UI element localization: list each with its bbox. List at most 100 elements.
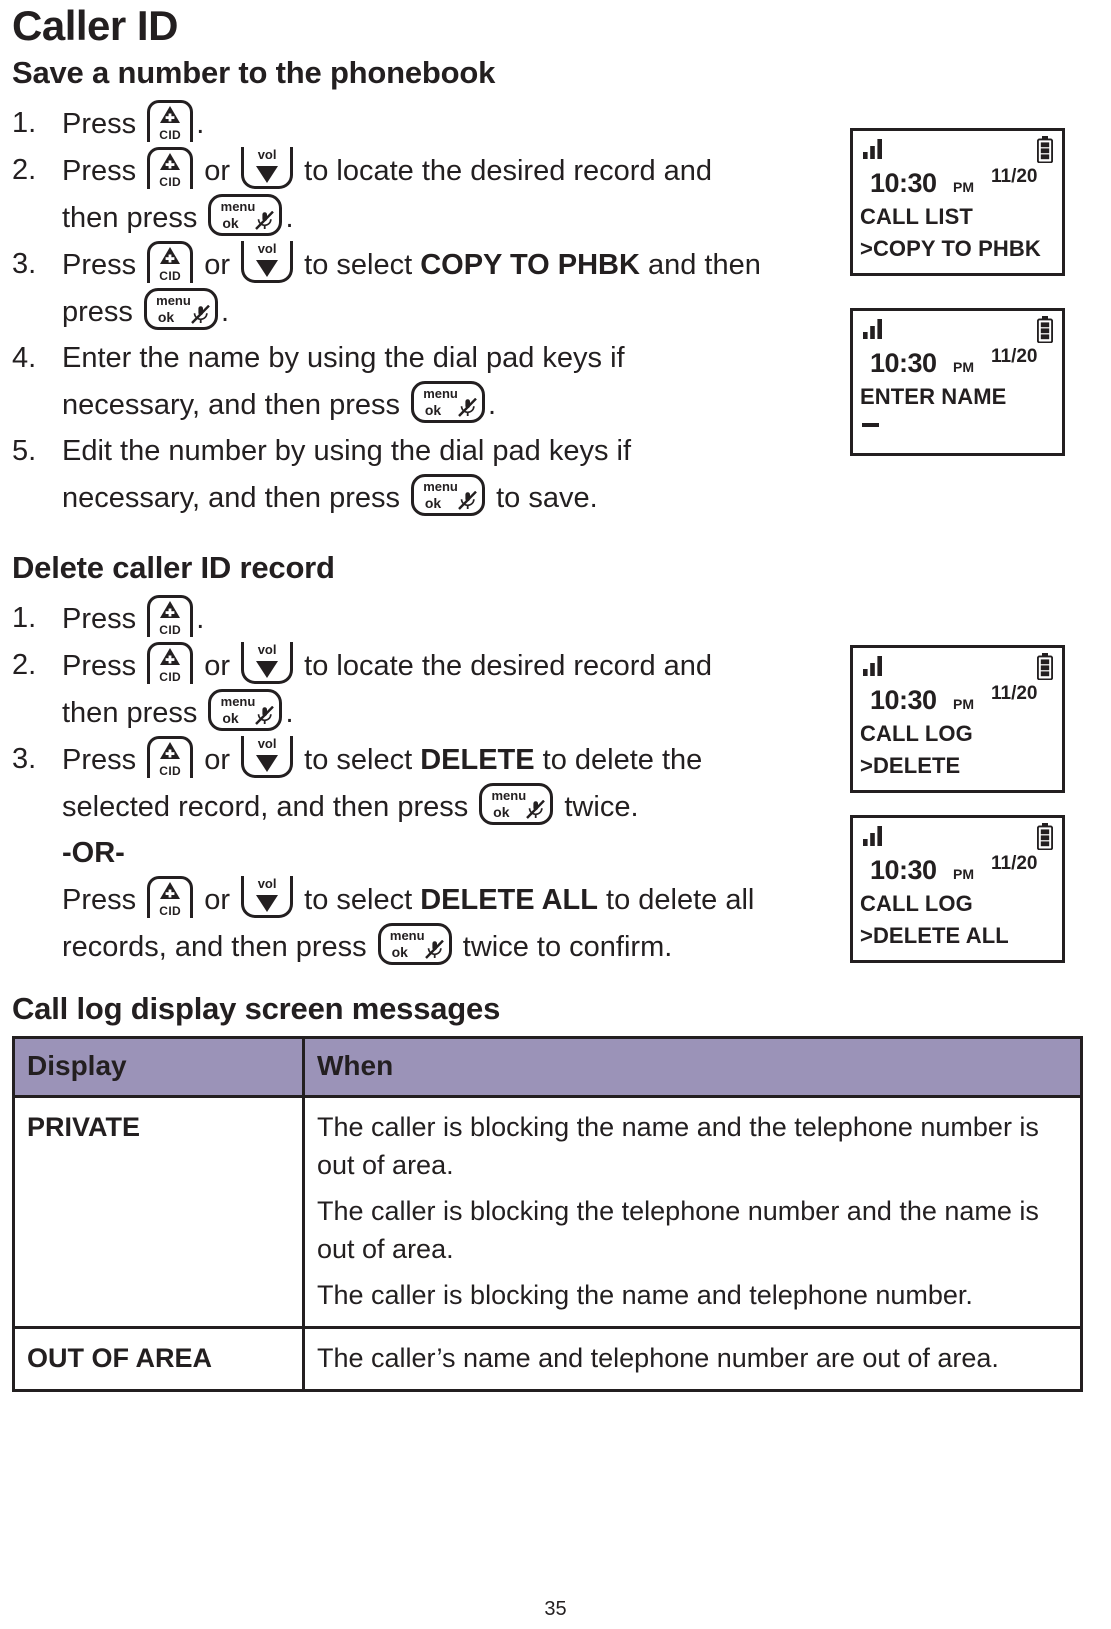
step-text: to select bbox=[296, 744, 421, 777]
table-heading: Call log display screen messages bbox=[12, 991, 501, 1027]
triangle-down-icon bbox=[244, 260, 290, 278]
lcd-status-row: 10:30 PM 11/20 bbox=[853, 683, 1062, 717]
battery-full-icon bbox=[1036, 136, 1054, 164]
step-text: to locate the desired record and bbox=[296, 155, 713, 188]
step-number: 2. bbox=[12, 649, 37, 682]
vol-down-key-icon: vol bbox=[241, 736, 294, 779]
lcd-screen-enter-name: 10:30 PM 11/20 ENTER NAME bbox=[850, 308, 1065, 456]
signal-bars-icon bbox=[863, 826, 885, 846]
step-number: 3. bbox=[12, 248, 37, 281]
vol-down-key-icon: vol bbox=[241, 642, 294, 685]
step-number: 1. bbox=[12, 602, 37, 635]
menu-ok-key-icon: menu ok bbox=[377, 923, 452, 966]
step-item: 1. Press CID. bbox=[12, 595, 1103, 642]
step-text: . bbox=[285, 697, 294, 730]
step-text: . bbox=[220, 296, 230, 329]
lcd-screen-call-list-copy: 10:30 PM 11/20 CALL LIST >COPY TO PHBK bbox=[850, 128, 1065, 276]
description-paragraph: The caller is blocking the telephone num… bbox=[317, 1196, 1039, 1265]
step-text: then press bbox=[62, 697, 206, 730]
step-text: Press bbox=[62, 744, 145, 777]
step-text: then press bbox=[62, 202, 206, 235]
cid-key-icon: CID bbox=[147, 642, 194, 685]
mute-mic-icon bbox=[458, 490, 477, 511]
cid-key-icon: CID bbox=[147, 595, 194, 638]
step-text: or bbox=[196, 650, 239, 683]
step-text: to save. bbox=[488, 482, 598, 515]
step-number: 4. bbox=[12, 342, 37, 375]
mute-mic-icon bbox=[255, 706, 275, 726]
lcd-screen-call-log-delete: 10:30 PM 11/20 CALL LOG >DELETE bbox=[850, 645, 1065, 793]
cell-when-description: The caller’s name and telephone number a… bbox=[302, 1326, 1083, 1393]
menu-key-label: menu bbox=[423, 479, 458, 495]
step-text: Enter the name by using the dial pad key… bbox=[62, 342, 625, 375]
lcd-date: 11/20 bbox=[991, 346, 1038, 367]
cell-when-description: The caller is blocking the name and the … bbox=[302, 1095, 1083, 1330]
step-text: . bbox=[196, 603, 205, 636]
step-text: to locate the desired record and bbox=[296, 650, 713, 683]
page-number: 35 bbox=[544, 1598, 567, 1620]
lcd-ampm: PM bbox=[953, 696, 974, 712]
triangle-plus-icon bbox=[150, 601, 190, 619]
mute-mic-icon bbox=[458, 397, 477, 418]
step-text: Press bbox=[62, 884, 145, 917]
mute-mic-icon bbox=[255, 210, 275, 231]
cid-key-label: CID bbox=[159, 269, 182, 284]
step-text: Edit the number by using the dial pad ke… bbox=[62, 435, 632, 468]
step-text: . bbox=[488, 389, 497, 422]
battery-full-icon bbox=[1036, 823, 1054, 851]
step-text: records, and then press bbox=[62, 931, 375, 964]
step-text: Press bbox=[62, 650, 145, 683]
menu-option-name: COPY TO PHBK bbox=[420, 249, 640, 282]
signal-bars-icon bbox=[863, 319, 885, 339]
lcd-line-2: >COPY TO PHBK bbox=[860, 236, 1041, 261]
step-text: . bbox=[196, 108, 205, 141]
column-header-when: When bbox=[302, 1036, 1083, 1099]
section-heading-save-number: Save a number to the phonebook bbox=[12, 55, 496, 91]
step-text: necessary, and then press bbox=[62, 389, 409, 422]
step-number: 3. bbox=[12, 743, 37, 776]
lcd-date: 11/20 bbox=[991, 853, 1038, 874]
menu-key-label: menu bbox=[220, 694, 256, 710]
step-line: necessary, and then press menu ok to save… bbox=[62, 474, 1103, 521]
cid-key-label: CID bbox=[159, 128, 182, 143]
lcd-line-2: >DELETE ALL bbox=[860, 923, 1009, 948]
ok-key-label: ok bbox=[424, 402, 442, 419]
menu-option-name: DELETE bbox=[420, 744, 535, 777]
triangle-plus-icon bbox=[150, 106, 190, 124]
menu-key-label: menu bbox=[491, 788, 527, 804]
mute-mic-icon bbox=[526, 800, 546, 820]
lcd-time: 10:30 bbox=[870, 685, 937, 715]
triangle-plus-icon bbox=[150, 247, 190, 265]
triangle-plus-icon bbox=[150, 648, 190, 666]
ok-key-label: ok bbox=[222, 710, 239, 727]
lcd-ampm: PM bbox=[953, 179, 974, 195]
step-text: selected record, and then press bbox=[62, 791, 477, 824]
menu-key-label: menu bbox=[389, 928, 425, 944]
lcd-status-row: 10:30 PM 11/20 bbox=[853, 853, 1062, 887]
page-title: Caller ID bbox=[12, 2, 178, 49]
cid-key-icon: CID bbox=[147, 100, 194, 143]
battery-full-icon bbox=[1036, 316, 1054, 344]
vol-key-label: vol bbox=[257, 642, 277, 658]
step-text: twice. bbox=[556, 791, 639, 824]
step-text: Press bbox=[62, 155, 145, 188]
step-text: to select bbox=[296, 884, 421, 917]
cid-key-icon: CID bbox=[147, 876, 194, 919]
triangle-plus-icon bbox=[150, 882, 190, 900]
step-text: or bbox=[196, 155, 239, 188]
alternative-label: -OR- bbox=[62, 837, 125, 870]
manual-page: Caller ID Save a number to the phonebook… bbox=[0, 0, 1111, 1629]
lcd-ampm: PM bbox=[953, 866, 974, 882]
section-heading-delete-record: Delete caller ID record bbox=[12, 550, 335, 586]
lcd-status-row: 10:30 PM 11/20 bbox=[853, 166, 1062, 200]
vol-down-key-icon: vol bbox=[241, 876, 294, 919]
step-text: to select bbox=[296, 249, 421, 282]
cid-key-label: CID bbox=[159, 175, 182, 190]
call-log-messages-table: Display When PRIVATE The caller is blocki… bbox=[12, 1036, 1083, 1393]
cell-display-value: PRIVATE bbox=[12, 1095, 305, 1330]
lcd-text-cursor bbox=[862, 423, 879, 427]
triangle-plus-icon bbox=[150, 742, 190, 760]
table-row: OUT OF AREA The caller’s name and telepho… bbox=[12, 1326, 1083, 1393]
cid-key-label: CID bbox=[159, 623, 182, 638]
menu-ok-key-icon: menu ok bbox=[411, 474, 486, 517]
